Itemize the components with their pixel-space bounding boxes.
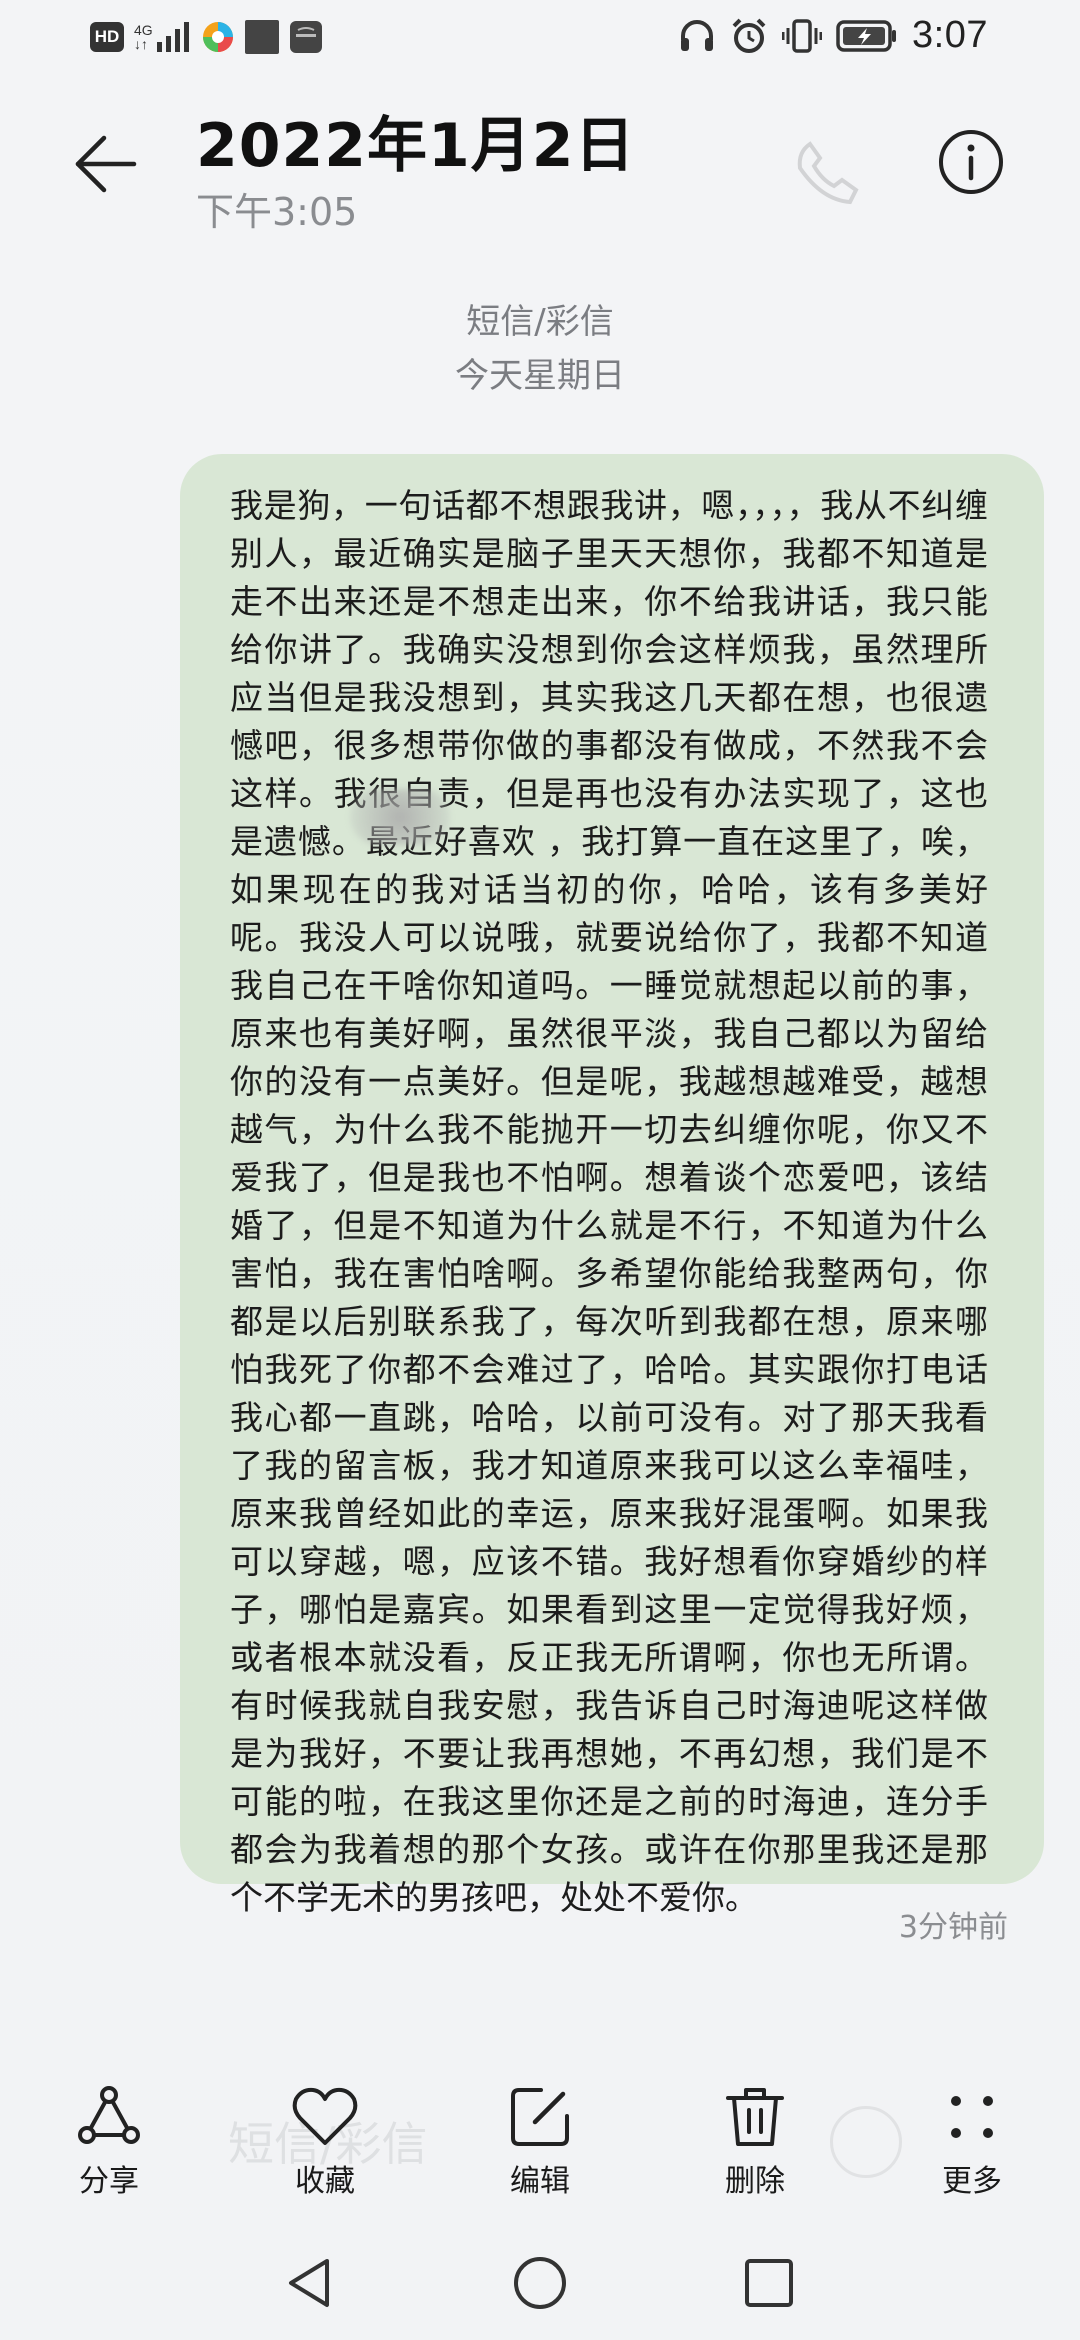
status-clock: 3:07 — [912, 14, 988, 56]
vibrate-icon — [782, 18, 823, 53]
network-arrows: ↓↑ — [134, 36, 148, 52]
message-time: 下午3:05 — [196, 190, 358, 234]
message-bubble[interactable]: 我是狗，一句话都不想跟我讲，嗯，，，，我从不纠缠别人，最近确实是脑子里天天想你，… — [180, 454, 1044, 1917]
signal-icon — [156, 22, 189, 52]
network-indicator: 4G ↓↑ — [134, 23, 153, 51]
status-bar: HD 4G ↓↑ 3:07 — [0, 0, 1080, 88]
message-detail-screen: HD 4G ↓↑ 3:07 2022年1月2日 下午3:05 短信/彩信 今天星… — [0, 0, 1080, 2340]
nav-recents-button[interactable] — [734, 2248, 804, 2318]
more-button[interactable]: 更多 — [902, 2082, 1042, 2200]
delete-label: 删除 — [725, 2164, 785, 2199]
app-notification-icon — [202, 22, 233, 52]
nav-back-button[interactable] — [274, 2248, 344, 2318]
share-button[interactable]: 分享 — [39, 2082, 179, 2200]
edit-icon — [511, 2088, 569, 2146]
phone-icon — [797, 141, 859, 205]
huawei-notification-icon — [289, 21, 322, 53]
day-separator: 今天星期日 — [455, 356, 625, 396]
hd-badge: HD — [90, 22, 124, 52]
heart-icon — [292, 2087, 358, 2145]
conversation-header: 2022年1月2日 下午3:05 — [0, 88, 1080, 248]
redacted-blur — [350, 789, 450, 845]
more-label: 更多 — [942, 2164, 1002, 2199]
message-text: 我是狗，一句话都不想跟我讲，嗯，，，，我从不纠缠别人，最近确实是脑子里天天想你，… — [230, 486, 988, 1917]
share-icon — [78, 2086, 140, 2144]
alarm-icon — [732, 18, 766, 53]
message-relative-time: 3分钟前 — [898, 1910, 1008, 1945]
status-right-icons: 3:07 — [678, 14, 988, 57]
back-button[interactable] — [70, 128, 142, 200]
edit-label: 编辑 — [510, 2164, 570, 2199]
back-arrow-icon — [75, 135, 137, 193]
battery-charging-icon — [836, 19, 897, 52]
emoji-icon — [830, 2106, 902, 2178]
nav-recents-square-icon — [745, 2259, 793, 2307]
message-date: 2022年1月2日 — [196, 111, 636, 181]
nav-home-circle-icon — [514, 2257, 566, 2309]
conversation-meta: 短信/彩信 今天星期日 — [0, 298, 1080, 400]
status-left-icons: HD 4G ↓↑ — [90, 20, 323, 54]
square-notification-icon — [244, 20, 279, 54]
bottom-action-bar: 短信/彩信 分享 收藏 编辑 删除 更多 — [0, 2060, 1080, 2210]
system-navigation-bar — [0, 2230, 1080, 2340]
trash-icon — [726, 2088, 784, 2146]
favorite-button[interactable]: 收藏 — [255, 2082, 395, 2200]
edit-button[interactable]: 编辑 — [470, 2082, 610, 2200]
message-type-label: 短信/彩信 — [466, 302, 614, 342]
info-button[interactable] — [935, 126, 1007, 198]
nav-home-button[interactable] — [505, 2248, 575, 2318]
delete-button[interactable]: 删除 — [685, 2082, 825, 2200]
share-label: 分享 — [79, 2164, 139, 2199]
header-title-block: 2022年1月2日 下午3:05 — [196, 110, 636, 234]
more-dots-icon — [951, 2096, 993, 2138]
favorite-label: 收藏 — [295, 2164, 355, 2199]
headphones-icon — [681, 19, 714, 51]
network-type: 4G — [134, 22, 153, 38]
nav-back-triangle-icon — [289, 2259, 329, 2307]
info-icon — [939, 130, 1003, 194]
